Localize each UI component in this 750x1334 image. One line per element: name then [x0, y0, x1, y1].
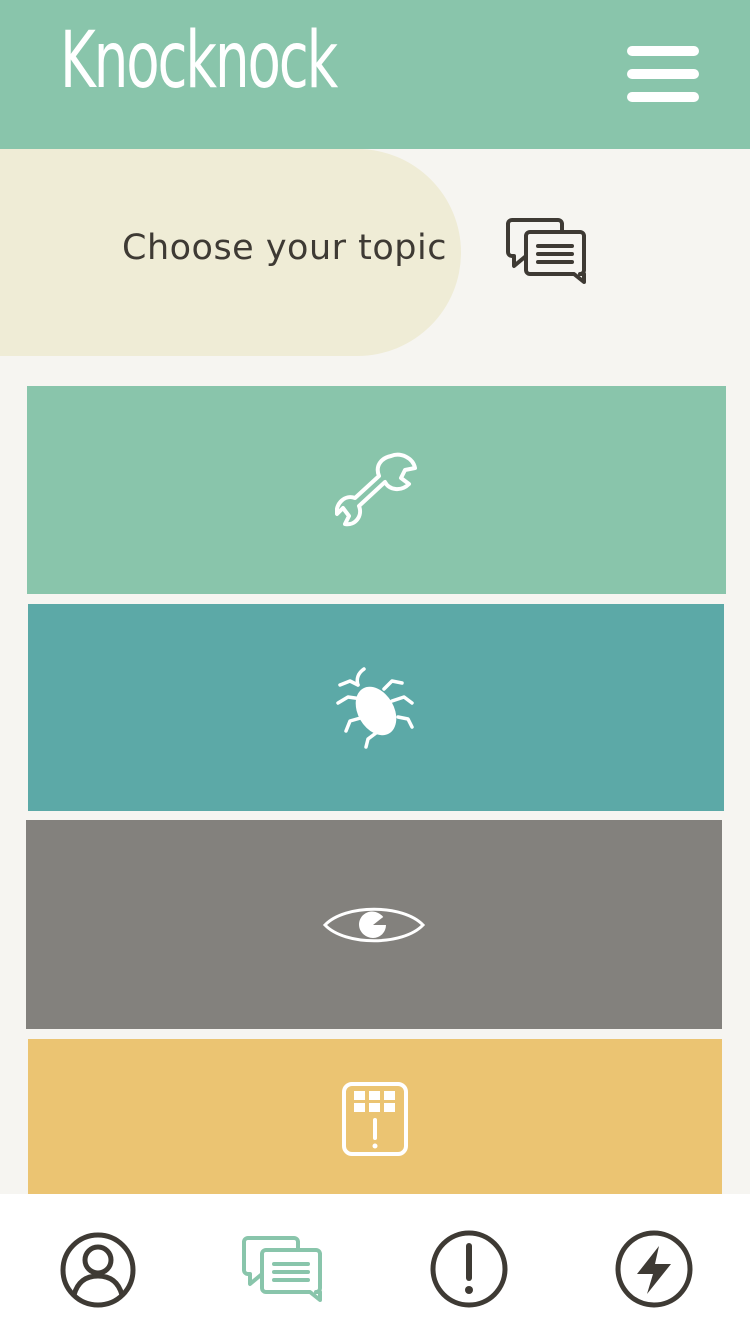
wrench-icon: [334, 452, 417, 527]
profile-icon[interactable]: [60, 1232, 136, 1308]
topic-tile-repairs[interactable]: [27, 386, 726, 594]
bug-icon: [336, 666, 414, 749]
chat-bubbles-icon: [506, 218, 586, 284]
topic-tile-pests[interactable]: [28, 604, 724, 811]
building-alert-icon: [342, 1082, 408, 1156]
topic-title: Choose your topic: [122, 228, 447, 268]
menu-icon-bar: [627, 46, 699, 56]
app-logo: Knocknock: [60, 16, 338, 106]
menu-icon-bar: [627, 69, 699, 79]
topic-tile-building[interactable]: [28, 1039, 722, 1199]
menu-icon-bar: [627, 92, 699, 102]
bottom-navigation: [0, 1194, 750, 1334]
eye-icon: [323, 907, 425, 942]
app-header: Knocknock: [0, 0, 750, 149]
topic-tile-inspection[interactable]: [26, 820, 722, 1029]
lightning-icon[interactable]: [615, 1230, 693, 1308]
menu-button[interactable]: [627, 46, 699, 104]
alert-icon[interactable]: [430, 1230, 508, 1308]
chat-bubbles-icon[interactable]: [242, 1234, 324, 1304]
